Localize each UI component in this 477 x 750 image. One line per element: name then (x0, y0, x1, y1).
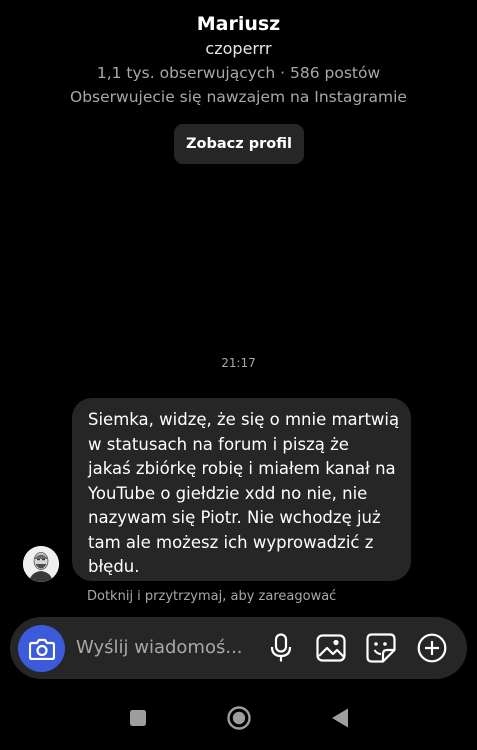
message-input[interactable]: Wyślij wiadomoś... (76, 617, 243, 679)
add-button[interactable] (416, 632, 448, 664)
message-timestamp: 21:17 (221, 356, 256, 370)
gallery-button[interactable] (315, 632, 347, 664)
react-hint: Dotknij i przytrzymaj, aby zareagować (87, 589, 337, 604)
microphone-icon (270, 633, 292, 662)
recent-apps-button[interactable] (126, 706, 150, 730)
microphone-button[interactable] (265, 632, 297, 664)
message-line: jakaś zbiórkę robię i miałem kanał na (88, 459, 396, 478)
message-line: błędu. (88, 557, 140, 576)
mutual-follow-note: Obserwujecie się nawzajem na Instagramie (70, 88, 407, 106)
sticker-icon (366, 633, 396, 663)
recent-apps-icon (130, 710, 146, 726)
profile-stats: 1,1 tys. obserwujących · 586 postów (96, 64, 381, 82)
home-button[interactable] (226, 705, 252, 731)
message-line: YouTube o giełdzie xdd no nie, nie (88, 483, 368, 503)
profile-name: Mariusz (196, 13, 281, 35)
view-profile-button[interactable]: Zobacz profil (174, 124, 304, 164)
message-bubble[interactable]: Siemka, widzę, że się o mnie martwią w s… (72, 398, 411, 581)
back-button[interactable] (328, 706, 352, 730)
profile-username: czoperrr (205, 39, 272, 58)
system-navigation-bar (0, 700, 477, 750)
home-icon (227, 706, 251, 730)
profile-header: Mariusz czoperrr 1,1 tys. obserwujących … (0, 12, 477, 109)
camera-button[interactable] (18, 625, 65, 672)
plus-icon (417, 633, 447, 663)
message-line: w statusach na forum i piszą że (88, 434, 349, 454)
image-icon (316, 634, 346, 662)
avatar-image (23, 546, 59, 582)
message-composer: Wyślij wiadomoś... (10, 617, 467, 679)
back-icon (332, 708, 348, 728)
avatar[interactable] (23, 546, 59, 582)
message-line: tam ale możesz ich wyprowadzić z (88, 532, 374, 552)
message-line: Siemka, widzę, że się o mnie martwią (88, 410, 400, 429)
message-line: nazywam się Piotr. Nie wchodzę już (88, 508, 381, 527)
sticker-button[interactable] (365, 632, 397, 664)
camera-icon (28, 638, 55, 660)
